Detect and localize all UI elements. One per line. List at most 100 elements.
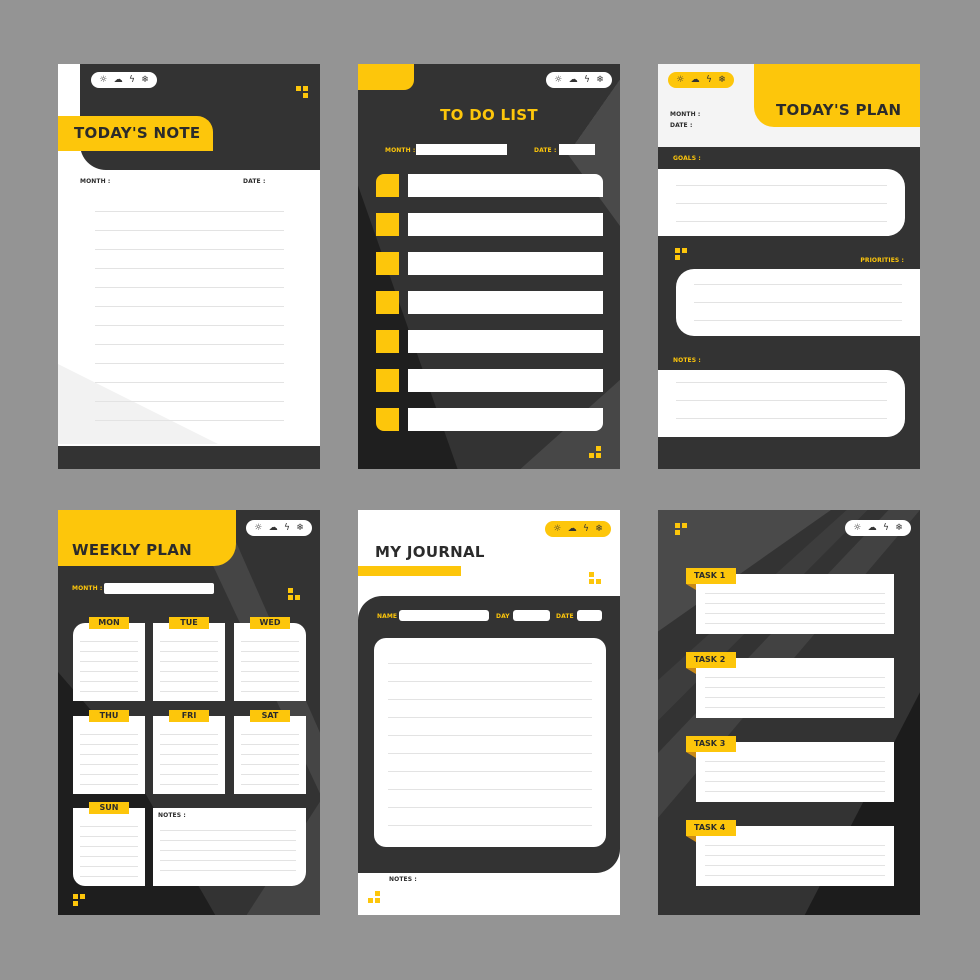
rule-line: [95, 401, 284, 402]
todo-item-field[interactable]: [408, 408, 603, 431]
rule-line: [705, 865, 885, 866]
rule-line: [388, 735, 592, 736]
storm-icon[interactable]: ϟ: [583, 524, 589, 534]
corner-tab: [358, 64, 414, 90]
day-box-thu[interactable]: THU: [73, 710, 145, 794]
todo-item-field[interactable]: [408, 330, 603, 353]
day-box-fri[interactable]: FRI: [153, 710, 225, 794]
snowflake-icon[interactable]: ❄: [718, 75, 726, 85]
decor-square-icon: [368, 898, 373, 903]
rain-cloud-icon[interactable]: ☁: [269, 523, 278, 533]
date-field[interactable]: [577, 610, 602, 621]
rule-line: [80, 866, 138, 867]
rule-line: [80, 734, 138, 735]
todo-checkbox[interactable]: [376, 369, 399, 392]
storm-icon[interactable]: ϟ: [706, 75, 712, 85]
todo-checkbox[interactable]: [376, 174, 399, 197]
goals-box[interactable]: [658, 169, 905, 236]
day-field[interactable]: [513, 610, 550, 621]
sun-icon[interactable]: ☼: [853, 523, 861, 533]
day-box-tue[interactable]: TUE: [153, 617, 225, 701]
weather-icons[interactable]: ☼ ☁ ϟ ❄: [246, 520, 312, 536]
rain-cloud-icon[interactable]: ☁: [868, 523, 877, 533]
rule-line: [95, 420, 284, 421]
rule-line: [95, 363, 284, 364]
rule-line: [160, 691, 218, 692]
weather-icons[interactable]: ☼ ☁ ϟ ❄: [668, 72, 734, 88]
rule-line: [705, 707, 885, 708]
todo-item-field[interactable]: [408, 213, 603, 236]
rule-line: [388, 825, 592, 826]
page-title: WEEKLY PLAN: [72, 541, 192, 559]
storm-icon[interactable]: ϟ: [284, 523, 290, 533]
todo-item-field[interactable]: [408, 291, 603, 314]
sun-icon[interactable]: ☼: [554, 75, 562, 85]
rule-line: [160, 671, 218, 672]
name-field[interactable]: [399, 610, 489, 621]
snowflake-icon[interactable]: ❄: [596, 75, 604, 85]
notes-box[interactable]: [658, 370, 905, 437]
date-label: DATE :: [670, 122, 693, 129]
weather-icons[interactable]: ☼ ☁ ϟ ❄: [845, 520, 911, 536]
weather-icons[interactable]: ☼ ☁ ϟ ❄: [546, 72, 612, 88]
task-tag-fold: [686, 836, 696, 842]
rain-cloud-icon[interactable]: ☁: [569, 75, 578, 85]
rule-line: [160, 784, 218, 785]
rule-line: [80, 774, 138, 775]
rain-cloud-icon[interactable]: ☁: [691, 75, 700, 85]
rain-cloud-icon[interactable]: ☁: [568, 524, 577, 534]
page-title: TODAY'S NOTE: [74, 124, 201, 142]
storm-icon[interactable]: ϟ: [129, 75, 135, 85]
task-tag: TASK 3: [686, 736, 736, 752]
snowflake-icon[interactable]: ❄: [141, 75, 149, 85]
day-box-mon[interactable]: MON: [73, 617, 145, 701]
date-field[interactable]: [559, 144, 595, 155]
rule-line: [705, 593, 885, 594]
day-box-wed[interactable]: WED: [234, 617, 306, 701]
rule-line: [388, 771, 592, 772]
rule-line: [388, 753, 592, 754]
day-tag: THU: [89, 710, 129, 722]
rule-line: [388, 789, 592, 790]
rule-line: [160, 774, 218, 775]
todo-checkbox[interactable]: [376, 213, 399, 236]
decor-square-icon: [675, 530, 680, 535]
storm-icon[interactable]: ϟ: [883, 523, 889, 533]
notes-label: NOTES :: [389, 876, 417, 883]
decor-square-icon: [682, 248, 687, 253]
month-field[interactable]: [104, 583, 214, 594]
priorities-label: PRIORITIES :: [860, 257, 904, 264]
day-box-sun[interactable]: SUN: [73, 802, 145, 886]
rule-line: [241, 681, 299, 682]
weather-icons[interactable]: ☼ ☁ ϟ ❄: [545, 521, 611, 537]
sun-icon[interactable]: ☼: [676, 75, 684, 85]
rule-line: [705, 875, 885, 876]
todo-checkbox[interactable]: [376, 252, 399, 275]
todo-item-field[interactable]: [408, 174, 603, 197]
rule-line: [95, 211, 284, 212]
todo-checkbox[interactable]: [376, 330, 399, 353]
month-field[interactable]: [416, 144, 507, 155]
todo-item-field[interactable]: [408, 369, 603, 392]
journal-entry-box[interactable]: [374, 638, 606, 847]
snowflake-icon[interactable]: ❄: [296, 523, 304, 533]
rule-line: [705, 771, 885, 772]
storm-icon[interactable]: ϟ: [584, 75, 590, 85]
weekly-notes-box[interactable]: NOTES :: [153, 808, 306, 886]
todo-item-field[interactable]: [408, 252, 603, 275]
snowflake-icon[interactable]: ❄: [595, 524, 603, 534]
rule-line: [160, 754, 218, 755]
rule-line: [241, 671, 299, 672]
task-tag: TASK 1: [686, 568, 736, 584]
day-box-sat[interactable]: SAT: [234, 710, 306, 794]
todo-checkbox[interactable]: [376, 408, 399, 431]
sun-icon[interactable]: ☼: [99, 75, 107, 85]
todo-checkbox[interactable]: [376, 291, 399, 314]
sun-icon[interactable]: ☼: [254, 523, 262, 533]
snowflake-icon[interactable]: ❄: [895, 523, 903, 533]
sun-icon[interactable]: ☼: [553, 524, 561, 534]
day-label: DAY: [496, 613, 510, 620]
priorities-box[interactable]: [676, 269, 920, 336]
weather-icons[interactable]: ☼ ☁ ϟ ❄: [91, 72, 157, 88]
rain-cloud-icon[interactable]: ☁: [114, 75, 123, 85]
